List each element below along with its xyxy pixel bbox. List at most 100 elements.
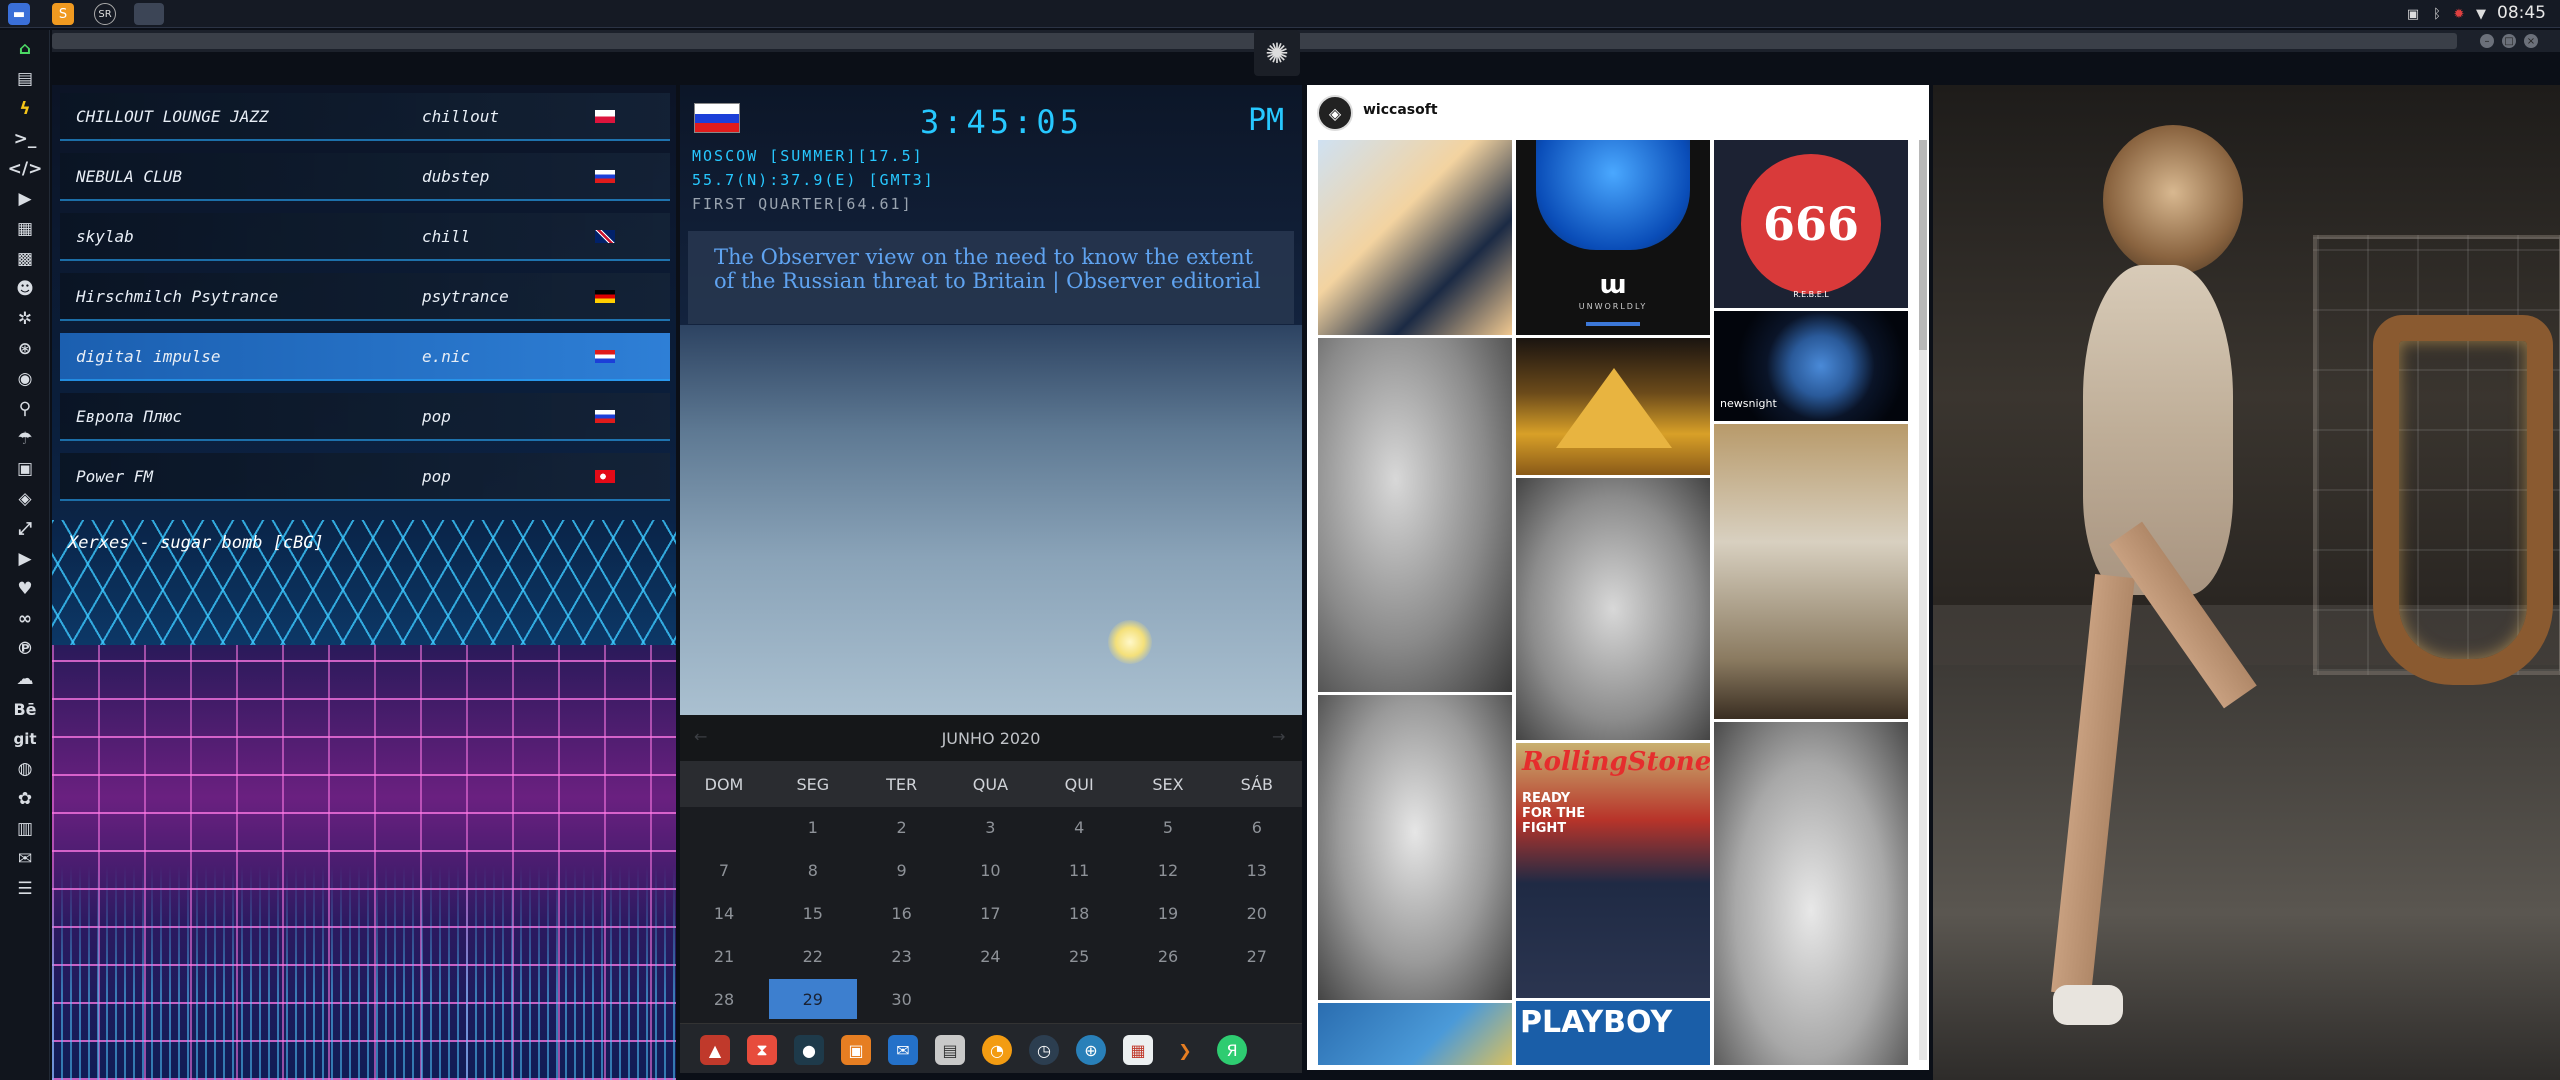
image-tile[interactable] xyxy=(1318,1003,1512,1065)
calendar-day[interactable]: 20 xyxy=(1213,893,1301,933)
system-clock[interactable]: 08:45 xyxy=(2497,3,2546,23)
image-tile[interactable] xyxy=(1516,478,1710,740)
calendar-day[interactable]: 5 xyxy=(1124,807,1212,847)
calendar-day[interactable]: 3 xyxy=(946,807,1034,847)
calendar-day[interactable]: 16 xyxy=(858,893,946,933)
calendar-day[interactable]: 12 xyxy=(1124,850,1212,890)
terminal-icon[interactable]: >_ xyxy=(12,126,38,152)
instagram-username[interactable]: wiccasoft xyxy=(1363,102,1438,118)
clock-app-icon[interactable]: ◷ xyxy=(1029,1035,1059,1065)
bluetooth-icon[interactable]: ᛒ xyxy=(2428,5,2446,23)
radio-station-row[interactable]: Европа Плюс pop xyxy=(60,393,670,441)
calendar-month-title[interactable]: JUNHO 2020 xyxy=(680,715,1302,761)
news-headline[interactable]: The Observer view on the need to know th… xyxy=(714,245,1274,293)
triangle-app-icon[interactable]: ▲ xyxy=(700,1035,730,1065)
calendar-day[interactable]: 11 xyxy=(1035,850,1123,890)
home-icon[interactable]: ⌂ xyxy=(12,36,38,62)
window-icon[interactable] xyxy=(134,3,164,25)
git-icon[interactable]: git xyxy=(12,726,38,752)
globe-app-icon[interactable]: ⊕ xyxy=(1076,1035,1106,1065)
heart-icon[interactable]: ♥ xyxy=(12,576,38,602)
expand-icon[interactable]: ⤢ xyxy=(12,516,38,542)
image-tile[interactable] xyxy=(1714,424,1908,719)
avatar[interactable]: ◈ xyxy=(1317,95,1353,131)
screen-icon[interactable]: ▣ xyxy=(2404,5,2422,23)
settings-icon[interactable]: ✲ xyxy=(12,306,38,332)
next-month-icon[interactable]: → xyxy=(1272,727,1285,746)
lightning-icon[interactable]: ϟ xyxy=(12,96,38,122)
sr-icon[interactable]: SR xyxy=(94,3,116,25)
radio-station-row[interactable]: Power FM pop xyxy=(60,453,670,501)
calendar-day[interactable]: 4 xyxy=(1035,807,1123,847)
link-icon[interactable]: ∞ xyxy=(12,606,38,632)
umbrella-icon[interactable]: ☂ xyxy=(12,426,38,452)
radio-station-row[interactable]: skylab chill xyxy=(60,213,670,261)
pinterest-icon[interactable]: ℗ xyxy=(12,636,38,662)
calendar-day-today[interactable]: 29 xyxy=(768,979,857,1019)
image-tile[interactable]: ɯ UNWORLDLY xyxy=(1516,140,1710,335)
list-icon[interactable]: ☰ xyxy=(12,876,38,902)
sublime-icon[interactable]: S xyxy=(52,3,74,25)
mail-icon[interactable]: ✉ xyxy=(12,846,38,872)
youtube-icon[interactable]: ▶ xyxy=(12,546,38,572)
calendar-day[interactable]: 25 xyxy=(1035,936,1123,976)
github-icon[interactable]: ◍ xyxy=(12,756,38,782)
image-tile[interactable] xyxy=(1714,722,1908,1065)
wifi-icon[interactable]: ▼ xyxy=(2472,5,2490,23)
image-tile[interactable] xyxy=(1318,695,1512,1000)
calendar-day[interactable]: 21 xyxy=(680,936,768,976)
search-icon[interactable]: ⚲ xyxy=(12,396,38,422)
calendar-day[interactable]: 2 xyxy=(858,807,946,847)
settings-alt-icon[interactable]: ✿ xyxy=(12,786,38,812)
contact-icon[interactable]: ☻ xyxy=(12,276,38,302)
files-icon[interactable]: ▬ xyxy=(8,3,30,25)
calendar-day[interactable]: 26 xyxy=(1124,936,1212,976)
circles-icon[interactable]: ⊛ xyxy=(12,336,38,362)
code-icon[interactable]: </> xyxy=(8,156,43,182)
scrollbar[interactable] xyxy=(1919,140,1927,1060)
radio-station-row[interactable]: digital impulse e.nic xyxy=(60,333,670,381)
radio-station-row[interactable]: NEBULA CLUB dubstep xyxy=(60,153,670,201)
calendar-day[interactable]: 24 xyxy=(946,936,1034,976)
image-tile[interactable]: 666 R.E.B.E.L xyxy=(1714,140,1908,308)
media-icon[interactable]: ▦ xyxy=(12,216,38,242)
calendar-app-icon[interactable]: ▦ xyxy=(1123,1035,1153,1065)
image-tile[interactable] xyxy=(1318,338,1512,692)
prev-month-icon[interactable]: ← xyxy=(694,727,707,746)
yandex-icon[interactable]: Я xyxy=(1217,1035,1247,1065)
outlook-icon[interactable]: ✉ xyxy=(888,1035,918,1065)
tag-icon[interactable]: ◈ xyxy=(12,486,38,512)
news-box[interactable]: The Observer view on the need to know th… xyxy=(688,231,1294,324)
firefox-icon[interactable]: ◔ xyxy=(982,1035,1012,1065)
bug-icon[interactable]: ✹ xyxy=(2450,5,2468,23)
calendar-day[interactable]: 28 xyxy=(680,979,768,1019)
calendar-day[interactable]: 17 xyxy=(946,893,1034,933)
document-icon[interactable]: ▤ xyxy=(12,66,38,92)
calendar-day[interactable]: 27 xyxy=(1213,936,1301,976)
calendar-day[interactable]: 6 xyxy=(1213,807,1301,847)
news-icon[interactable]: ▤ xyxy=(935,1035,965,1065)
close-button[interactable]: × xyxy=(2524,34,2538,48)
calendar-day[interactable]: 30 xyxy=(858,979,946,1019)
calendar-day[interactable]: 7 xyxy=(680,850,768,890)
cloud-icon[interactable]: ☁ xyxy=(12,666,38,692)
calendar-day[interactable]: 23 xyxy=(858,936,946,976)
minimize-button[interactable]: – xyxy=(2480,34,2494,48)
image-tile[interactable]: newsnight xyxy=(1714,311,1908,421)
calendar-day[interactable]: 19 xyxy=(1124,893,1212,933)
calendar-day[interactable]: 22 xyxy=(769,936,857,976)
calendar-day[interactable]: 1 xyxy=(769,807,857,847)
play-icon[interactable]: ▶ xyxy=(12,186,38,212)
map-icon[interactable]: ▥ xyxy=(12,816,38,842)
calendar-day[interactable]: 10 xyxy=(946,850,1034,890)
calendar-day[interactable]: 9 xyxy=(858,850,946,890)
radio-station-row[interactable]: CHILLOUT LOUNGE JAZZ chillout xyxy=(60,93,670,141)
id-card-icon[interactable]: ▣ xyxy=(12,456,38,482)
behance-icon[interactable]: Bē xyxy=(12,696,38,722)
calendar-day[interactable]: 13 xyxy=(1213,850,1301,890)
planet-icon[interactable]: ● xyxy=(794,1035,824,1065)
image-tile[interactable]: PLAYBOY xyxy=(1516,1001,1710,1065)
maximize-button[interactable]: □ xyxy=(2502,34,2516,48)
calendar-day[interactable]: 18 xyxy=(1035,893,1123,933)
calendar-day[interactable]: 14 xyxy=(680,893,768,933)
